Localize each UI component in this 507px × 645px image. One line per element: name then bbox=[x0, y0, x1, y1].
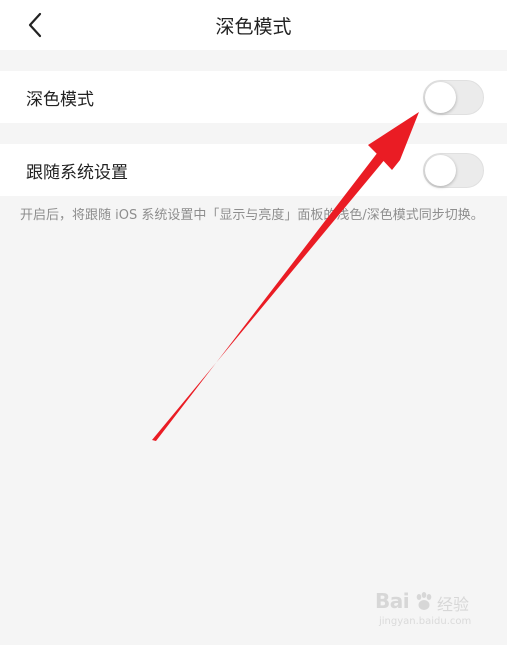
watermark-url: jingyan.baidu.com bbox=[379, 616, 472, 627]
toggle-knob bbox=[425, 82, 456, 113]
paw-icon bbox=[416, 592, 432, 610]
navigation-bar: 深色模式 bbox=[0, 0, 507, 50]
follow-system-toggle[interactable] bbox=[423, 153, 484, 188]
watermark-logo: Bai bbox=[375, 589, 410, 613]
follow-system-row: 跟随系统设置 bbox=[0, 144, 507, 196]
page-title: 深色模式 bbox=[215, 16, 292, 38]
dark-mode-row: 深色模式 bbox=[0, 71, 507, 123]
dark-mode-toggle[interactable] bbox=[423, 80, 484, 115]
dark-mode-label: 深色模式 bbox=[26, 90, 94, 110]
toggle-knob bbox=[425, 155, 456, 186]
watermark-text: 经验 bbox=[437, 595, 470, 614]
follow-system-label: 跟随系统设置 bbox=[26, 163, 128, 183]
watermark: Bai 经验 jingyan.baidu.com bbox=[375, 589, 485, 633]
hint-text: 开启后，将跟随 iOS 系统设置中「显示与亮度」面板的浅色/深色模式同步切换。 bbox=[20, 208, 484, 223]
